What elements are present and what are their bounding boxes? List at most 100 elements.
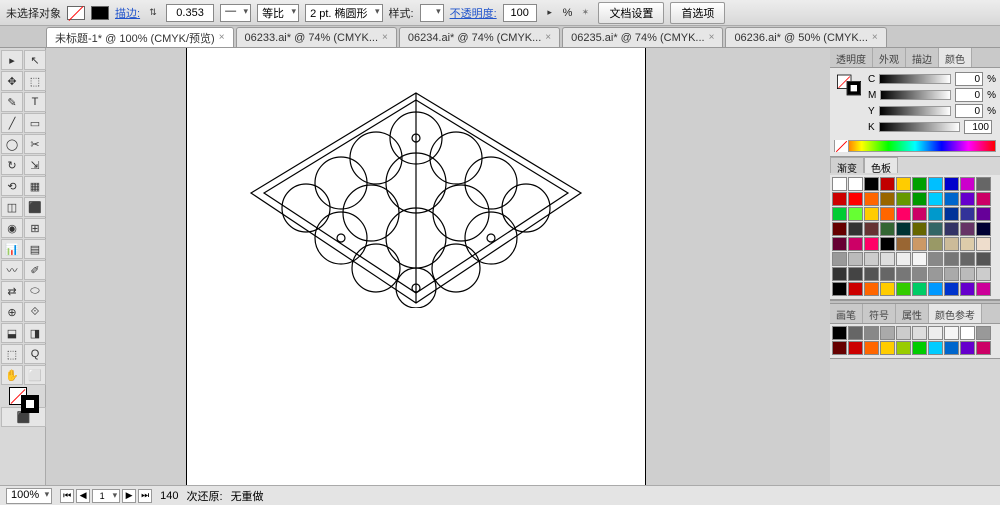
- tool-button[interactable]: ⇄: [1, 281, 23, 301]
- tool-button[interactable]: ⬛: [24, 197, 46, 217]
- spectrum-slider[interactable]: [834, 140, 996, 152]
- swatch[interactable]: [848, 192, 863, 206]
- swatch[interactable]: [976, 207, 991, 221]
- tool-button[interactable]: ⬚: [1, 344, 23, 364]
- swatch[interactable]: [864, 207, 879, 221]
- panel-tab-color[interactable]: 颜色: [939, 48, 972, 67]
- swatch[interactable]: [976, 267, 991, 281]
- tool-button[interactable]: ◨: [24, 323, 46, 343]
- slider-m[interactable]: [880, 90, 951, 100]
- swatch[interactable]: [832, 282, 847, 296]
- swatch[interactable]: [928, 222, 943, 236]
- swatch[interactable]: [976, 341, 991, 355]
- swatch[interactable]: [832, 326, 847, 340]
- tool-button[interactable]: ↖: [24, 50, 46, 70]
- tool-button[interactable]: ⇲: [24, 155, 46, 175]
- swatch[interactable]: [832, 177, 847, 191]
- swatch[interactable]: [960, 222, 975, 236]
- first-artboard-button[interactable]: ⏮: [60, 489, 74, 503]
- swatch[interactable]: [944, 252, 959, 266]
- tool-button[interactable]: ⬭: [24, 281, 46, 301]
- next-artboard-button[interactable]: ▶: [122, 489, 136, 503]
- panel-tab-symbols[interactable]: 符号: [863, 304, 896, 323]
- swatch[interactable]: [976, 192, 991, 206]
- fill-stroke-tool[interactable]: [1, 386, 46, 414]
- swatch[interactable]: [976, 222, 991, 236]
- close-icon[interactable]: ×: [545, 32, 551, 43]
- document-tab[interactable]: 06234.ai* @ 74% (CMYK...×: [399, 27, 560, 47]
- brush-select[interactable]: 2 pt. 椭圆形: [305, 4, 382, 22]
- swatch[interactable]: [896, 326, 911, 340]
- value-c[interactable]: [955, 72, 983, 86]
- panel-tab-brushes[interactable]: 画笔: [830, 304, 863, 323]
- panel-tab-gradient[interactable]: 渐变: [830, 157, 864, 173]
- tool-button[interactable]: ⬜: [24, 365, 46, 385]
- tool-button[interactable]: 〰: [1, 260, 23, 280]
- swatch[interactable]: [944, 267, 959, 281]
- swatch[interactable]: [864, 237, 879, 251]
- opacity-arrow[interactable]: ▸: [543, 6, 557, 20]
- tool-button[interactable]: ▸: [1, 50, 23, 70]
- swatch[interactable]: [928, 326, 943, 340]
- swatch[interactable]: [960, 192, 975, 206]
- swatch[interactable]: [864, 192, 879, 206]
- dash-select[interactable]: 等比: [257, 4, 299, 22]
- swatch[interactable]: [848, 267, 863, 281]
- tool-button[interactable]: ✥: [1, 71, 23, 91]
- swatch[interactable]: [864, 267, 879, 281]
- close-icon[interactable]: ×: [219, 32, 225, 43]
- document-tab[interactable]: 06236.ai* @ 50% (CMYK...×: [725, 27, 886, 47]
- swatch[interactable]: [848, 282, 863, 296]
- swatch[interactable]: [912, 341, 927, 355]
- value-y[interactable]: [955, 104, 983, 118]
- swatch[interactable]: [848, 252, 863, 266]
- swatch[interactable]: [960, 252, 975, 266]
- swatch[interactable]: [880, 177, 895, 191]
- swatch[interactable]: [880, 192, 895, 206]
- tool-button[interactable]: ◫: [1, 197, 23, 217]
- tool-button[interactable]: ⟲: [1, 176, 23, 196]
- value-k[interactable]: [964, 120, 992, 134]
- swatch[interactable]: [832, 207, 847, 221]
- swatch[interactable]: [960, 267, 975, 281]
- swatch[interactable]: [912, 177, 927, 191]
- swatch[interactable]: [928, 341, 943, 355]
- tool-button[interactable]: 📊: [1, 239, 23, 259]
- tool-button[interactable]: ✎: [1, 92, 23, 112]
- preferences-button[interactable]: 首选项: [670, 2, 725, 24]
- swatch[interactable]: [912, 207, 927, 221]
- tool-button[interactable]: ◯: [1, 134, 23, 154]
- close-icon[interactable]: ×: [382, 32, 388, 43]
- swatch[interactable]: [912, 252, 927, 266]
- swatch[interactable]: [880, 267, 895, 281]
- swatch[interactable]: [864, 282, 879, 296]
- canvas-area[interactable]: [46, 48, 830, 485]
- tool-button[interactable]: ◉: [1, 218, 23, 238]
- swatch[interactable]: [848, 207, 863, 221]
- swatch[interactable]: [832, 192, 847, 206]
- slider-c[interactable]: [879, 74, 951, 84]
- swatch[interactable]: [896, 237, 911, 251]
- document-tab[interactable]: 06233.ai* @ 74% (CMYK...×: [236, 27, 397, 47]
- swatch[interactable]: [912, 192, 927, 206]
- last-artboard-button[interactable]: ⏭: [138, 489, 152, 503]
- tool-button[interactable]: ⟐: [24, 302, 46, 322]
- swatch[interactable]: [928, 177, 943, 191]
- opacity-label[interactable]: 不透明度:: [450, 5, 497, 21]
- panel-tab-swatches[interactable]: 色板: [864, 157, 898, 173]
- swatch[interactable]: [944, 207, 959, 221]
- stroke-width-input[interactable]: [166, 4, 214, 22]
- swatch[interactable]: [880, 207, 895, 221]
- tool-button[interactable]: ⊕: [1, 302, 23, 322]
- swatch[interactable]: [848, 177, 863, 191]
- swatch[interactable]: [896, 192, 911, 206]
- swatch[interactable]: [896, 207, 911, 221]
- swatch[interactable]: [896, 341, 911, 355]
- swatch[interactable]: [832, 267, 847, 281]
- swatch[interactable]: [960, 177, 975, 191]
- swatch[interactable]: [864, 252, 879, 266]
- panel-tab-transparency[interactable]: 透明度: [830, 48, 873, 67]
- swatch[interactable]: [896, 267, 911, 281]
- panel-tab-stroke[interactable]: 描边: [906, 48, 939, 67]
- artboard-number[interactable]: 1: [92, 489, 120, 503]
